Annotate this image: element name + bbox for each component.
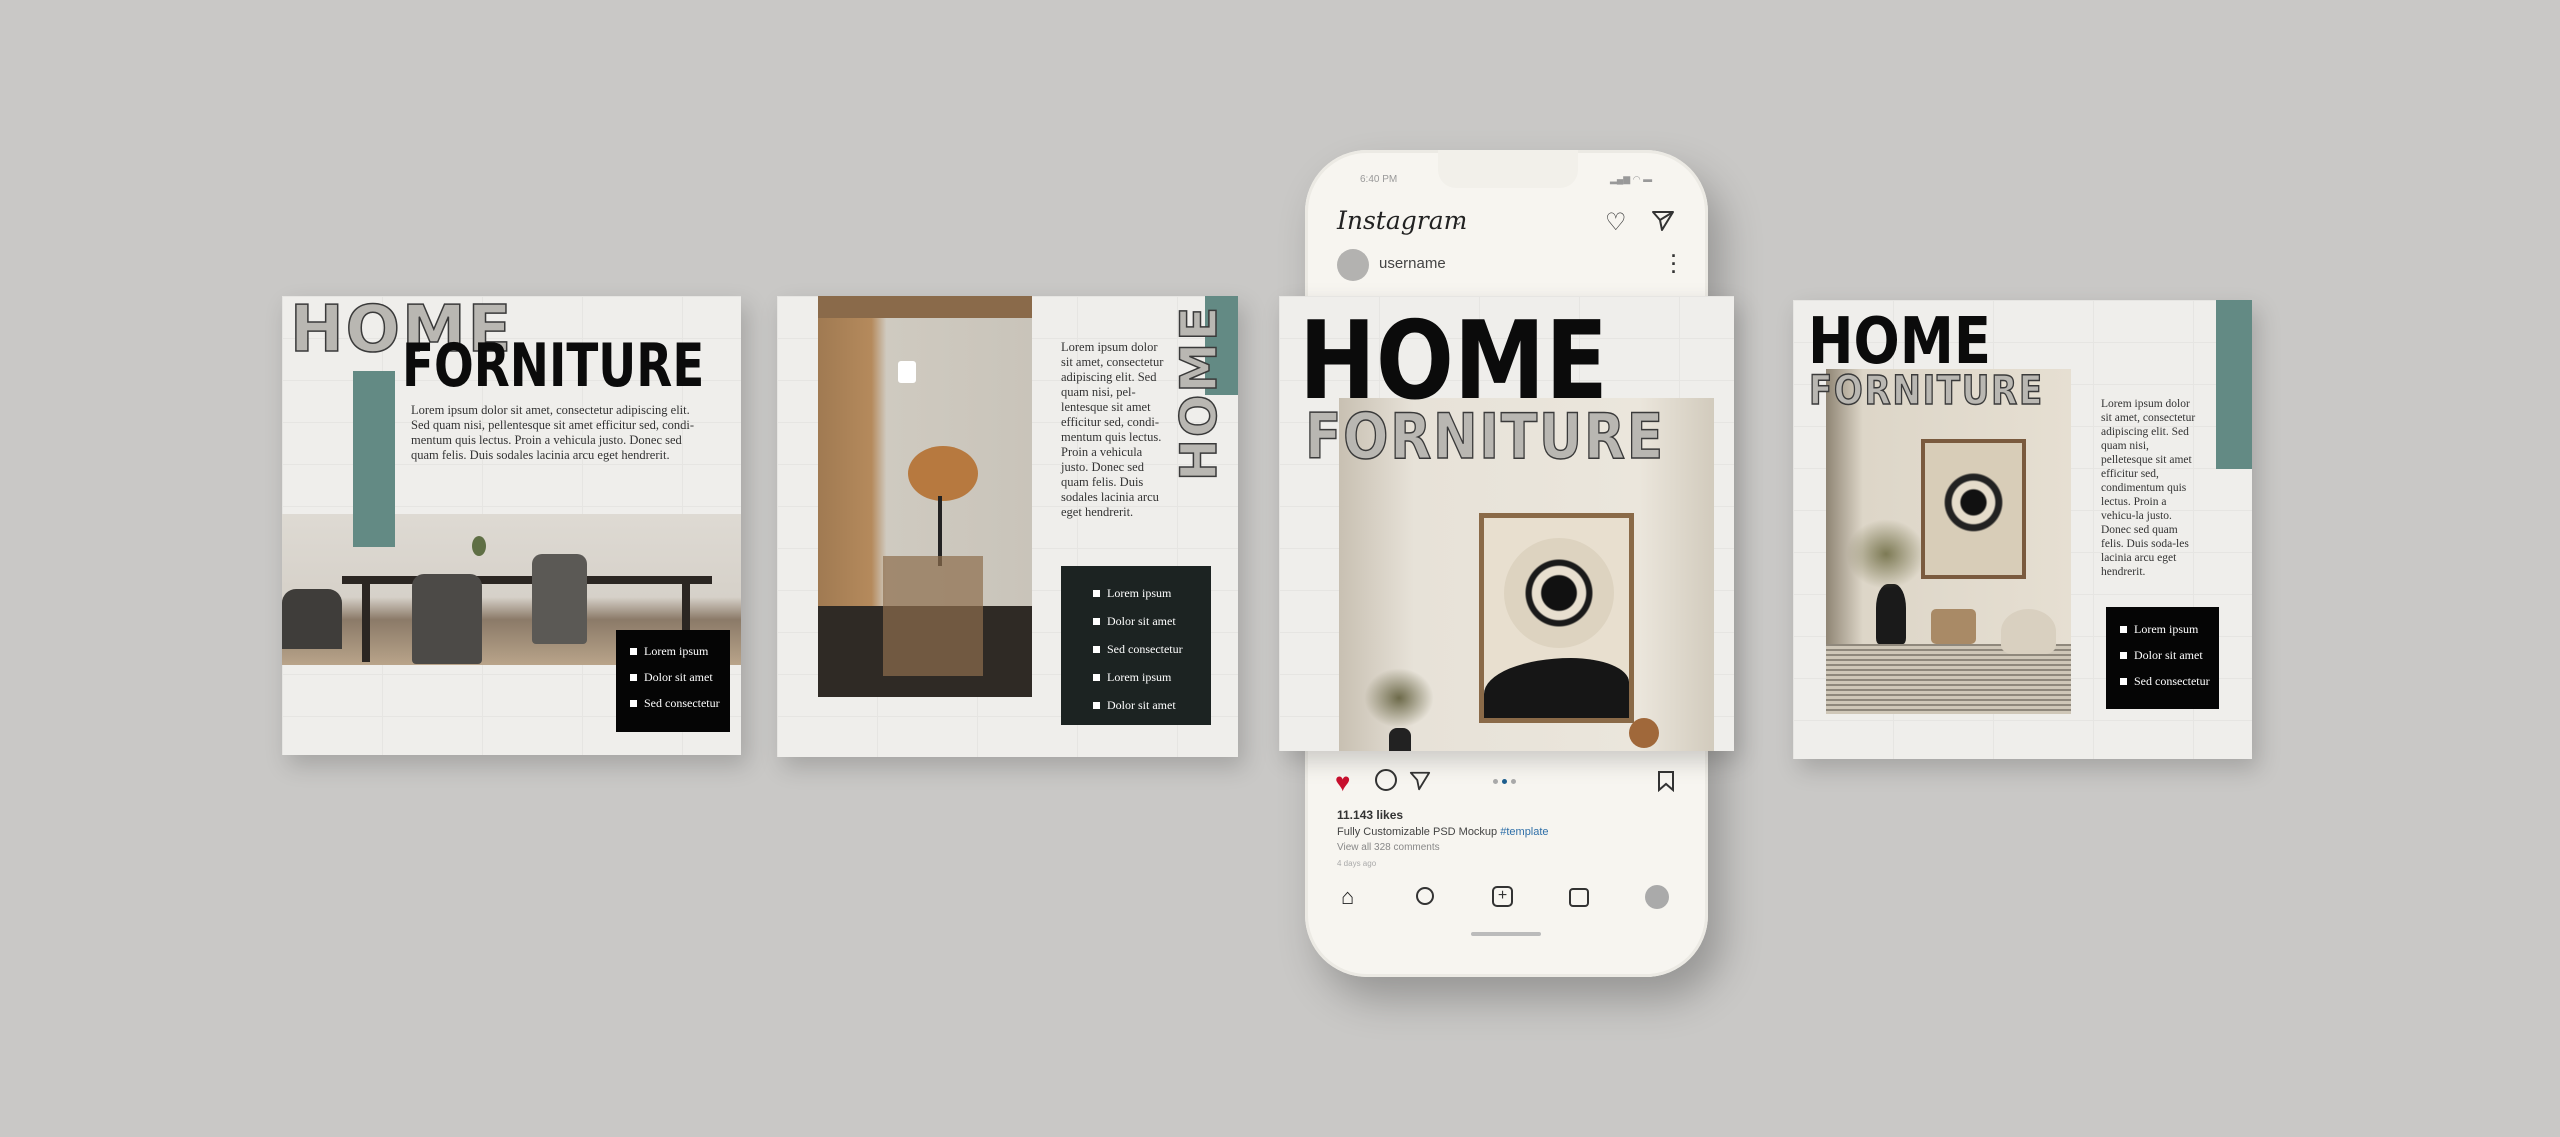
comment-icon[interactable]: [1375, 769, 1397, 791]
caption-text: Fully Customizable PSD Mockup: [1337, 826, 1498, 838]
post-age: 4 days ago: [1337, 859, 1377, 868]
list-item: Dolor sit amet: [630, 670, 730, 685]
forniture-title: FORNITURE: [402, 331, 705, 401]
username[interactable]: username: [1379, 255, 1446, 272]
avatar[interactable]: [1337, 249, 1369, 281]
list-item: Sed consectetur: [1093, 642, 1211, 657]
more-options-icon[interactable]: · · ·: [1671, 247, 1677, 281]
list-item: Sed consectetur: [2120, 674, 2219, 689]
list-item: Dolor sit amet: [1093, 614, 1211, 629]
caption: Fully Customizable PSD Mockup #template: [1337, 826, 1549, 838]
direct-message-icon[interactable]: [1651, 210, 1675, 232]
status-time: 6:40 PM: [1360, 174, 1398, 185]
description-text: Lorem ipsum dolor sit amet, consectetur …: [411, 403, 695, 462]
description-text: Lorem ipsum dolor sit amet, consectetur …: [2101, 398, 2196, 578]
feature-list-box: Lorem ipsum Dolor sit amet Sed consectet…: [616, 630, 730, 732]
living-room-photo: [1826, 369, 2071, 714]
forniture-outline-title: FORNITURE: [1808, 368, 2044, 414]
list-item: Sed consectetur: [630, 696, 730, 711]
list-item: Lorem ipsum: [1093, 670, 1211, 685]
description-text: Lorem ipsum dolor sit amet, consectetur …: [1061, 340, 1164, 519]
teal-accent-bar: [353, 371, 395, 547]
list-item: Lorem ipsum: [2120, 622, 2219, 637]
bookmark-icon[interactable]: [1657, 770, 1675, 793]
profile-nav-avatar[interactable]: [1645, 885, 1669, 909]
forniture-outline-title: FORNITURE: [1304, 400, 1665, 473]
search-nav-icon[interactable]: [1416, 887, 1434, 905]
status-icons: ▂▄▆ ◠ ▬: [1610, 174, 1653, 184]
list-item: Lorem ipsum: [630, 644, 730, 659]
notch: [1438, 150, 1578, 188]
home-title: HOME: [1808, 305, 1992, 379]
carousel-dots: [1493, 779, 1516, 784]
instagram-logo[interactable]: Instagram: [1337, 206, 1467, 235]
new-post-icon[interactable]: +: [1492, 886, 1513, 907]
likes-count: 11.143 likes: [1337, 808, 1404, 822]
teal-accent-bar: [2216, 300, 2252, 469]
home-indicator: [1471, 932, 1541, 936]
hashtag-link[interactable]: #template: [1500, 826, 1548, 838]
feature-list-box: Lorem ipsum Dolor sit amet Sed consectet…: [2106, 607, 2219, 709]
list-item: Dolor sit amet: [1093, 698, 1211, 713]
post-card-1: HOME FORNITURE Lorem ipsum dolor sit ame…: [282, 296, 741, 755]
post-card-4: HOME FORNITURE Lorem ipsum dolor sit ame…: [1793, 300, 2252, 759]
feature-list-box: Lorem ipsum Dolor sit amet Sed consectet…: [1061, 566, 1211, 725]
home-nav-icon[interactable]: ⌂: [1341, 884, 1354, 910]
view-comments-link[interactable]: View all 328 comments: [1337, 842, 1440, 853]
share-icon[interactable]: [1409, 770, 1431, 792]
post-card-2: Lorem ipsum dolor sit amet, consectetur …: [777, 296, 1238, 757]
instagram-post-image[interactable]: HOME FORNITURE: [1279, 296, 1734, 751]
heart-icon[interactable]: ♡: [1605, 208, 1627, 237]
chevron-down-icon[interactable]: ⌄: [1453, 214, 1463, 228]
shop-icon[interactable]: [1569, 888, 1589, 907]
home-outline-title: HOME: [1169, 304, 1229, 482]
list-item: Dolor sit amet: [2120, 648, 2219, 663]
like-heart-icon[interactable]: ♥: [1335, 767, 1350, 798]
bedroom-lamp-photo: [818, 296, 1032, 697]
list-item: Lorem ipsum: [1093, 586, 1211, 601]
